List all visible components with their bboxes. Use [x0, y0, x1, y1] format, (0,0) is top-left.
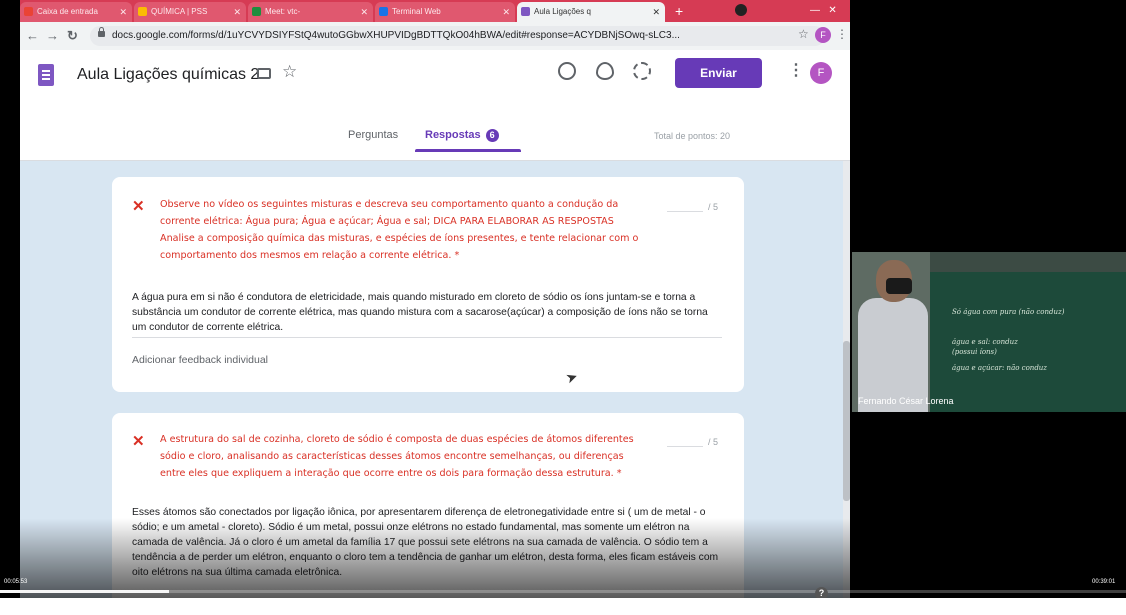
chalk-text: água e sal: conduz — [952, 338, 1018, 346]
score-input[interactable] — [667, 446, 703, 447]
forward-icon[interactable]: → — [46, 27, 59, 45]
folder-icon[interactable] — [257, 68, 271, 79]
player-bottom-strip — [0, 598, 1126, 615]
answer-text: Esses átomos são conectados por ligação … — [132, 507, 719, 578]
add-feedback-link[interactable]: Adicionar feedback individual — [132, 354, 268, 366]
tab-terminal[interactable]: Terminal Web ✕ — [375, 2, 515, 22]
answer-text: A água pura em si não é condutora de ele… — [132, 292, 708, 333]
close-icon[interactable]: ✕ — [233, 2, 241, 22]
terminal-icon — [379, 7, 388, 17]
more-options-icon[interactable]: ⋮ — [788, 60, 804, 80]
tab-label: Meet: vtc- — [265, 7, 301, 16]
question-card: ✕ A estrutura do sal de cozinha, cloreto… — [112, 413, 744, 598]
tab-label: Terminal Web — [392, 7, 441, 16]
incorrect-x-icon: ✕ — [132, 433, 145, 450]
webcam-video: Só água com pura (não conduz) água e sal… — [852, 252, 1126, 412]
forms-logo-icon[interactable] — [38, 64, 54, 86]
back-icon[interactable]: ← — [26, 27, 39, 45]
scrollbar-thumb[interactable] — [843, 341, 850, 501]
settings-gear-icon[interactable] — [633, 62, 651, 80]
tab-label: Aula Ligações q — [534, 7, 591, 16]
time-total: 00:39:01 — [1092, 579, 1116, 585]
star-icon[interactable]: ☆ — [282, 62, 297, 82]
total-points: Total de pontos: 20 — [654, 131, 731, 141]
close-icon[interactable]: ✕ — [502, 2, 510, 22]
url-field[interactable]: docs.google.com/forms/d/1uYCVYDSIYFStQ4w… — [90, 26, 825, 46]
tab-label: QUÍMICA | PSS — [151, 7, 208, 16]
close-icon[interactable]: ✕ — [360, 2, 368, 22]
chrome-profile-avatar[interactable]: F — [815, 27, 831, 43]
chrome-menu-icon[interactable]: ⋮ — [836, 27, 848, 41]
score-max: / 5 — [708, 202, 719, 212]
question-card: ✕ Observe no vídeo os seguintes misturas… — [112, 177, 744, 392]
meet-icon — [252, 7, 261, 17]
close-icon[interactable]: ✕ — [119, 2, 127, 22]
tab-bar: Caixa de entrada ✕ QUÍMICA | PSS ✕ Meet: v… — [20, 0, 850, 22]
window-controls[interactable]: — ✕ — [810, 2, 837, 20]
active-tab-indicator — [415, 149, 521, 152]
responses-count-badge: 6 — [485, 129, 499, 142]
tab-aula[interactable]: Aula Ligações q ✕ — [517, 2, 665, 22]
tab-questions[interactable]: Perguntas — [348, 129, 398, 141]
participant-name: Fernando César Lorena — [858, 396, 954, 406]
chalk-text: Só água com pura (não conduz) — [952, 308, 1065, 316]
forms-icon — [521, 7, 530, 17]
incorrect-x-icon: ✕ — [132, 198, 145, 215]
palette-icon[interactable] — [558, 62, 576, 80]
scrollbar[interactable] — [843, 161, 850, 598]
bookmark-star-icon[interactable]: ☆ — [798, 27, 809, 41]
answer-divider — [132, 337, 722, 338]
address-bar: ← → ↻ docs.google.com/forms/d/1uYCVYDSIY… — [20, 22, 850, 50]
send-button[interactable]: Enviar — [675, 58, 762, 88]
score-max: / 5 — [708, 437, 719, 447]
progress-track[interactable] — [0, 590, 1126, 593]
reload-icon[interactable]: ↻ — [67, 27, 78, 45]
user-avatar[interactable]: F — [810, 62, 832, 84]
tab-inbox[interactable]: Caixa de entrada ✕ — [20, 2, 132, 22]
chalk-text: (possui íons) — [952, 348, 997, 356]
profile-indicator-icon[interactable] — [735, 4, 747, 16]
tab-responses[interactable]: Respostas 6 — [425, 129, 499, 142]
document-title[interactable]: Aula Ligações químicas 2 — [77, 64, 259, 86]
chalk-text: água e açúcar: não conduz — [952, 364, 1047, 372]
new-tab-button[interactable]: + — [675, 2, 683, 20]
responses-content: ✕ Observe no vídeo os seguintes misturas… — [20, 161, 850, 598]
question-text: Observe no vídeo os seguintes misturas e… — [160, 199, 639, 261]
gmail-icon — [24, 7, 33, 17]
question-text: A estrutura do sal de cozinha, cloreto d… — [160, 434, 634, 479]
mouse-cursor-icon: ➤ — [563, 367, 580, 387]
classroom-icon — [138, 7, 147, 17]
tab-quimica[interactable]: QUÍMICA | PSS ✕ — [134, 2, 246, 22]
lock-icon[interactable] — [98, 27, 105, 37]
tab-meet[interactable]: Meet: vtc- ✕ — [248, 2, 373, 22]
face-mask — [886, 278, 912, 294]
preview-eye-icon[interactable] — [596, 62, 614, 80]
tab-responses-label: Respostas — [425, 129, 481, 141]
presenter-body — [858, 298, 928, 412]
close-icon[interactable]: ✕ — [652, 2, 660, 22]
forms-header: Aula Ligações químicas 2 ☆ Enviar ⋮ F Pe… — [20, 50, 850, 161]
time-elapsed: 00:05:53 — [4, 579, 28, 585]
progress-fill[interactable] — [0, 590, 169, 593]
tab-label: Caixa de entrada — [37, 7, 98, 16]
score-input[interactable] — [667, 211, 703, 212]
browser-window: Caixa de entrada ✕ QUÍMICA | PSS ✕ Meet: v… — [20, 0, 850, 598]
